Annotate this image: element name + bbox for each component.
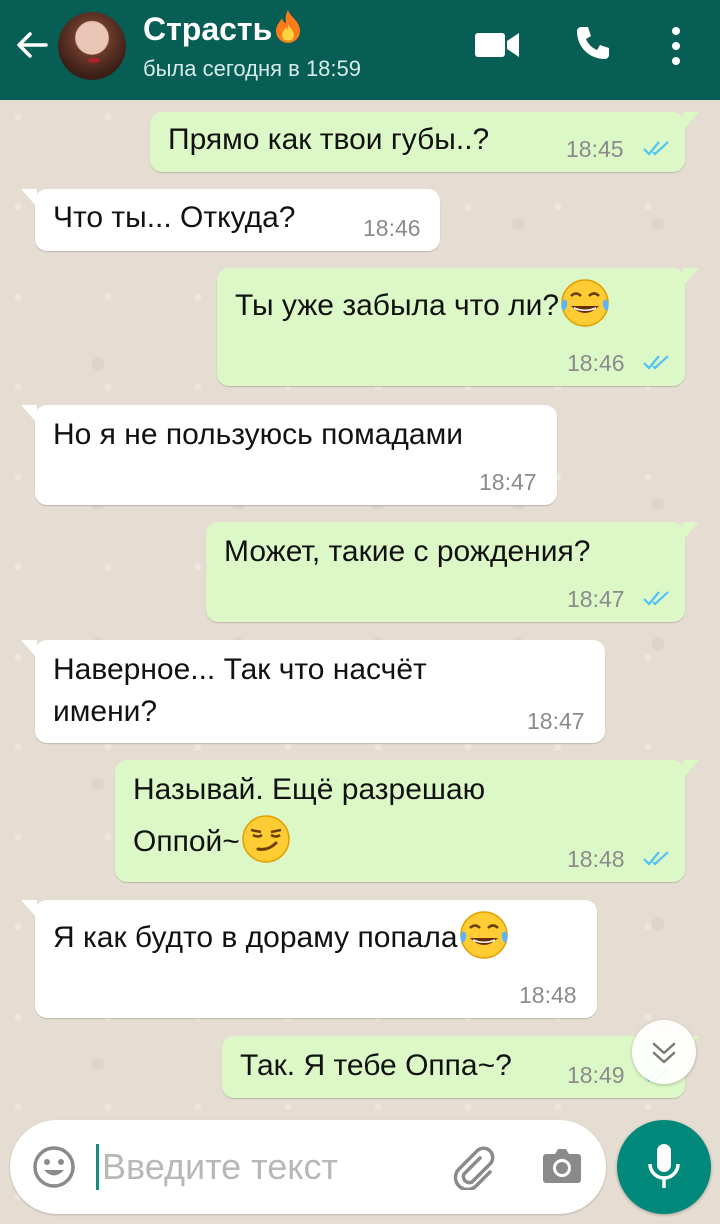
message-text: Я как будто в дораму попала xyxy=(53,911,510,961)
voice-message-button[interactable] xyxy=(617,1120,711,1214)
message-text-line: Оппой~ xyxy=(133,815,292,865)
scroll-to-bottom-button[interactable] xyxy=(632,1020,696,1084)
message-text-line: Называй. Ещё разрешаю xyxy=(133,773,486,806)
message-incoming[interactable]: Я как будто в дораму попала 18:48 xyxy=(21,900,597,1018)
message-incoming[interactable]: Но я не пользуюсь помадами 18:47 xyxy=(21,405,557,505)
message-text-line: Я как будто в дораму попала xyxy=(53,921,458,954)
double-chevron-down-icon xyxy=(652,1042,676,1064)
read-ticks-icon xyxy=(643,591,669,606)
read-ticks-icon xyxy=(643,355,669,370)
message-outgoing[interactable]: Ты уже забыла что ли? 18:46 xyxy=(217,268,699,386)
message-outgoing[interactable]: Так. Я тебе Оппа~? 18:49 xyxy=(222,1036,699,1098)
message-time: 18:47 xyxy=(479,469,537,495)
message-outgoing[interactable]: Может, такие с рождения? 18:47 xyxy=(206,522,699,622)
message-text-line: Ты уже забыла что ли? xyxy=(235,289,560,322)
last-seen-status: была сегодня в 18:59 xyxy=(143,56,361,81)
message-composer: Введите текст xyxy=(10,1120,606,1214)
tears-of-joy-emoji xyxy=(561,279,609,327)
message-incoming[interactable]: Наверное... Так что насчёт имени? 18:47 xyxy=(21,640,605,743)
smirk-emoji xyxy=(242,815,290,863)
message-time: 18:48 xyxy=(519,982,577,1008)
message-time: 18:45 xyxy=(566,136,624,162)
message-time: 18:46 xyxy=(363,215,421,241)
message-text: Ты уже забыла что ли? xyxy=(235,279,611,329)
message-incoming[interactable]: Что ты... Откуда? 18:46 xyxy=(21,189,440,251)
text-cursor xyxy=(96,1144,99,1190)
message-text: Прямо как твои губы..? xyxy=(168,123,490,156)
message-time: 18:46 xyxy=(567,350,625,376)
message-text: Так. Я тебе Оппа~? xyxy=(240,1049,512,1082)
message-time: 18:47 xyxy=(567,586,625,612)
message-text: Может, такие с рождения? xyxy=(224,535,591,568)
message-outgoing[interactable]: Называй. Ещё разрешаю Оппой~ 18:48 xyxy=(115,760,699,882)
microphone-icon xyxy=(648,1144,680,1188)
read-ticks-icon xyxy=(643,141,669,156)
message-time: 18:49 xyxy=(567,1062,625,1088)
contact-name-text: Страсть xyxy=(143,11,273,47)
fire-emoji xyxy=(276,10,301,43)
more-options-icon[interactable] xyxy=(666,25,686,67)
camera-icon[interactable] xyxy=(540,1144,584,1188)
chat-header: Страсть была сегодня в 18:59 xyxy=(0,0,720,100)
avatar[interactable] xyxy=(58,12,126,80)
message-outgoing[interactable]: Прямо как твои губы..? 18:45 xyxy=(150,112,699,172)
back-arrow-icon[interactable] xyxy=(14,27,50,63)
video-call-icon[interactable] xyxy=(474,30,520,60)
contact-name[interactable]: Страсть xyxy=(143,8,304,48)
attachment-icon[interactable] xyxy=(450,1144,496,1190)
message-input[interactable]: Введите текст xyxy=(102,1146,338,1188)
message-text-line-2: Оппой~ xyxy=(133,825,240,858)
message-text-line: имени? xyxy=(53,695,158,728)
tears-of-joy-emoji xyxy=(459,911,508,959)
phone-call-icon[interactable] xyxy=(572,24,612,64)
emoji-picker-icon[interactable] xyxy=(32,1145,76,1189)
read-ticks-icon xyxy=(643,851,669,866)
message-time: 18:48 xyxy=(567,846,625,872)
message-text: Но я не пользуюсь помадами xyxy=(53,418,463,451)
message-text: Что ты... Откуда? xyxy=(53,201,296,234)
message-time: 18:47 xyxy=(527,708,585,734)
message-text-line: Наверное... Так что насчёт xyxy=(53,653,427,686)
